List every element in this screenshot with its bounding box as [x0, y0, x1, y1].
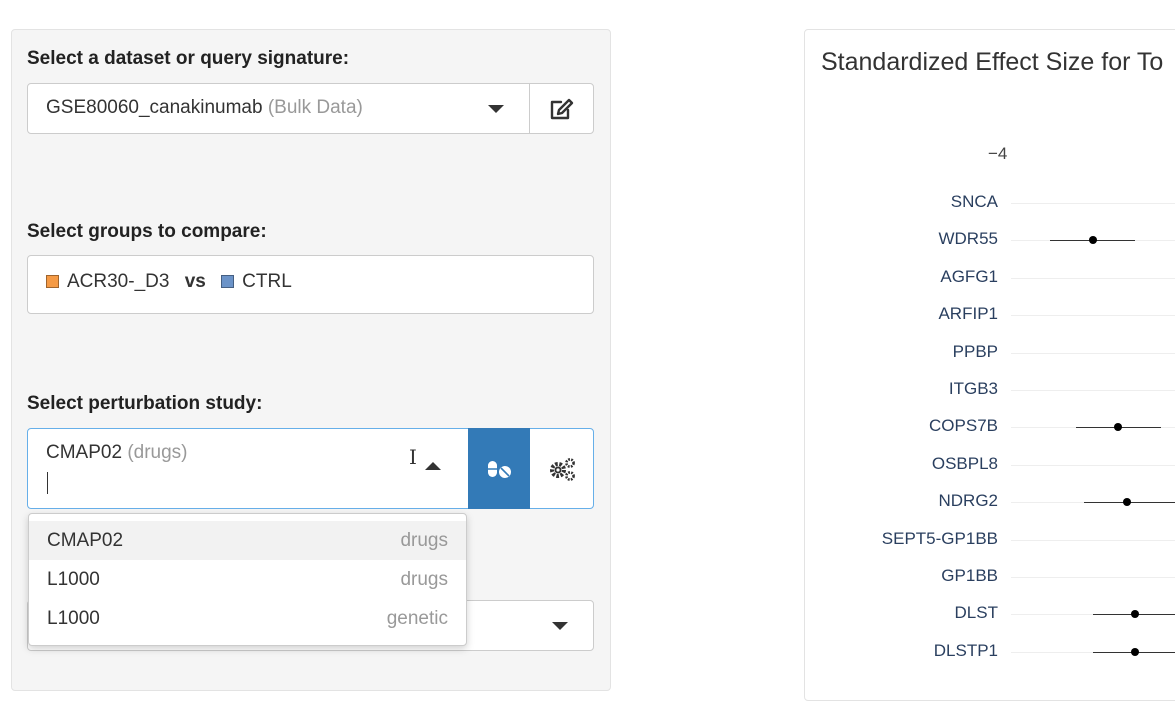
gene-label: GP1BB [818, 566, 998, 586]
gene-label: OSBPL8 [818, 454, 998, 474]
option-type: drugs [400, 530, 448, 552]
group1-color-swatch [46, 275, 59, 288]
option-type: drugs [400, 569, 448, 591]
dataset-label: Select a dataset or query signature: [27, 48, 349, 70]
gears-icon [547, 457, 577, 481]
data-point[interactable] [1131, 648, 1139, 656]
gene-label: WDR55 [818, 229, 998, 249]
option-name: L1000 [47, 608, 100, 630]
drugs-button[interactable] [468, 428, 530, 509]
gene-label: AGFG1 [818, 267, 998, 287]
edit-dataset-button[interactable] [530, 84, 593, 133]
gene-label: ITGB3 [818, 379, 998, 399]
plot-panel: Standardized Effect Size for To −4 SNCA WD… [804, 29, 1175, 701]
data-point[interactable] [1123, 498, 1131, 506]
perturbation-label: Select perturbation study: [27, 393, 262, 415]
option-name: L1000 [47, 569, 100, 591]
chevron-up-icon[interactable] [425, 462, 441, 470]
mouse-ibeam-icon: I [409, 445, 417, 469]
grid-line [1011, 465, 1175, 466]
grid-line [1011, 353, 1175, 354]
chevron-down-icon[interactable] [552, 622, 568, 630]
group2-color-swatch [221, 275, 234, 288]
x-tick-label: −4 [988, 144, 1007, 164]
gene-label: DLSTP1 [818, 641, 998, 661]
gene-label: SEPT5-GP1BB [818, 529, 998, 549]
gene-label: DLST [818, 603, 998, 623]
gene-label: ARFIP1 [818, 304, 998, 324]
option-type: genetic [387, 608, 448, 630]
grid-line [1011, 390, 1175, 391]
edit-icon [549, 97, 575, 121]
data-point[interactable] [1089, 236, 1097, 244]
dropdown-option[interactable]: CMAP02 drugs [29, 521, 466, 560]
dataset-value: GSE80060_canakinumab [46, 97, 263, 118]
perturbation-select[interactable]: CMAP02 (drugs) I [27, 428, 594, 509]
data-point[interactable] [1114, 423, 1122, 431]
groups-select[interactable]: ACR30-_D3 vs CTRL [27, 255, 594, 314]
pills-icon [486, 458, 512, 480]
gene-label: SNCA [818, 192, 998, 212]
grid-line [1011, 203, 1175, 204]
vs-label: vs [185, 271, 206, 292]
dataset-select[interactable]: GSE80060_canakinumab (Bulk Data) [27, 83, 594, 134]
dataset-value-suffix: (Bulk Data) [268, 97, 363, 118]
data-point[interactable] [1131, 610, 1139, 618]
grid-line [1011, 315, 1175, 316]
group1-label: ACR30-_D3 [67, 271, 169, 292]
grid-line [1011, 278, 1175, 279]
chevron-down-icon[interactable] [488, 105, 504, 113]
grid-line [1011, 577, 1175, 578]
perturbation-dropdown: CMAP02 drugs L1000 drugs L1000 genetic [28, 513, 467, 646]
text-cursor [47, 472, 48, 494]
perturbation-value: CMAP02 [46, 442, 122, 463]
grid-line [1011, 540, 1175, 541]
dropdown-option[interactable]: L1000 genetic [29, 599, 466, 638]
settings-button[interactable] [530, 429, 593, 508]
plot-title: Standardized Effect Size for To [821, 48, 1163, 77]
perturbation-value-suffix: (drugs) [127, 442, 187, 463]
group2-label: CTRL [242, 271, 292, 292]
groups-label: Select groups to compare: [27, 221, 267, 243]
dropdown-option[interactable]: L1000 drugs [29, 560, 466, 599]
gene-label: COPS7B [818, 416, 998, 436]
option-name: CMAP02 [47, 530, 123, 552]
gene-label: NDRG2 [818, 491, 998, 511]
gene-label: PPBP [818, 342, 998, 362]
